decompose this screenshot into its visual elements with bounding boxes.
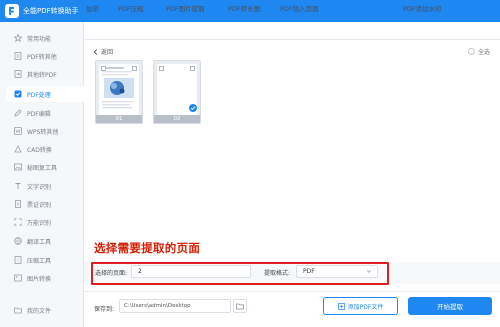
tab-pdf-add-watermark[interactable]: PDF添加水印 bbox=[403, 0, 442, 18]
pdf-import-icon bbox=[14, 70, 22, 78]
add-pdf-file-label: 添加PDF文件 bbox=[347, 303, 384, 311]
select-corner-icon bbox=[132, 66, 137, 71]
scan-icon bbox=[14, 218, 22, 226]
receipt-icon bbox=[14, 200, 22, 208]
checkmark-icon bbox=[189, 104, 197, 112]
page-thumbnail-2[interactable]: 02 bbox=[153, 60, 201, 124]
highlight-box bbox=[91, 262, 389, 285]
sidebar-item-translate[interactable]: 翻译工具 bbox=[0, 233, 84, 249]
back-label: 返回 bbox=[101, 49, 114, 56]
tab-bar bbox=[84, 22, 500, 40]
sidebar-item-common[interactable]: 常用功能 bbox=[0, 30, 84, 46]
sidebar-item-cad[interactable]: CAD转换 bbox=[0, 141, 84, 157]
pdf-export-icon bbox=[14, 52, 22, 60]
page-number: 02 bbox=[154, 115, 200, 123]
sidebar-item-label: 其他转PDF bbox=[27, 71, 57, 79]
sidebar-item-label: 票证识别 bbox=[27, 201, 52, 209]
select-corner-icon bbox=[159, 66, 164, 71]
select-all-radio[interactable] bbox=[468, 48, 475, 55]
chevron-left-icon bbox=[93, 48, 98, 55]
sidebar-item-pdf-to-other[interactable]: PDF转其他 bbox=[0, 48, 84, 64]
sidebar-item-label: PDF处理 bbox=[27, 91, 51, 99]
tab-pdf-page-extract[interactable]: PDF页面提取 bbox=[341, 0, 380, 18]
pdf-process-icon bbox=[14, 90, 22, 98]
browse-folder-button[interactable] bbox=[233, 299, 247, 313]
picture-icon bbox=[14, 274, 22, 282]
select-corner-icon bbox=[101, 66, 106, 71]
select-all-toggle[interactable]: 全选 bbox=[468, 47, 490, 56]
sidebar-item-image-tools[interactable]: 秘图复工具 bbox=[0, 159, 84, 175]
folder-icon bbox=[14, 306, 22, 314]
edit-icon bbox=[14, 109, 22, 117]
select-all-label: 全选 bbox=[478, 49, 491, 56]
app-title: 全能PDF转换助手 bbox=[23, 7, 79, 15]
sidebar-item-my-files[interactable]: 我的文件 bbox=[0, 302, 84, 318]
tab-pdf-compress[interactable]: PDF压缩 bbox=[118, 0, 144, 18]
tab-pdf-insert-page[interactable]: PDF插入页面 bbox=[280, 0, 319, 18]
sidebar-item-universal-ocr[interactable]: 万能识别 bbox=[0, 214, 84, 230]
sidebar-item-other-to-pdf[interactable]: 其他转PDF bbox=[0, 66, 84, 82]
sidebar-item-label: 万能识别 bbox=[27, 219, 52, 227]
cad-icon bbox=[14, 145, 22, 153]
sidebar-item-pdf-process[interactable]: PDF处理 bbox=[6, 86, 84, 102]
sidebar-item-label: WPS转其他 bbox=[27, 128, 59, 136]
sidebar-item-label: 翻译工具 bbox=[27, 238, 52, 246]
sidebar-item-label: 常用功能 bbox=[27, 35, 52, 43]
sidebar-item-wps[interactable]: WPS转其他 bbox=[0, 123, 84, 139]
sidebar-item-compress[interactable]: 压缩工具 bbox=[0, 252, 84, 268]
translate-icon bbox=[14, 237, 22, 245]
sidebar-item-receipt[interactable]: 票证识别 bbox=[0, 196, 84, 212]
sidebar-item-label: PDF编辑 bbox=[27, 110, 51, 118]
tab-pdf-to-long-image[interactable]: PDF转长图 bbox=[228, 0, 260, 18]
annotation-text: 选择需要提取的页面 bbox=[94, 241, 201, 255]
sidebar-item-image-convert[interactable]: 图片转换 bbox=[0, 270, 84, 286]
page-preview bbox=[99, 64, 139, 116]
folder-icon bbox=[236, 303, 244, 310]
tab-pdf-image-extract[interactable]: PDF图片提取 bbox=[166, 0, 205, 18]
page-number: 01 bbox=[96, 115, 142, 123]
sidebar-item-label: 压缩工具 bbox=[27, 257, 52, 265]
compress-icon bbox=[14, 256, 22, 264]
wps-icon bbox=[14, 127, 22, 135]
text-recognition-icon bbox=[14, 182, 22, 190]
sidebar-item-label: CAD转换 bbox=[27, 146, 52, 154]
start-extract-button[interactable]: 开始提取 bbox=[408, 297, 492, 315]
sidebar-item-label: 文字识别 bbox=[27, 183, 52, 191]
sidebar-item-label: 我的文件 bbox=[27, 307, 52, 315]
sidebar-item-label: PDF转其他 bbox=[27, 53, 57, 61]
back-button[interactable]: 返回 bbox=[93, 47, 113, 56]
save-path-input[interactable]: C:\Users\admin\Desktop bbox=[119, 299, 231, 313]
image-icon bbox=[14, 163, 22, 171]
sidebar-item-label: 图片转换 bbox=[27, 275, 52, 283]
tab-encrypt[interactable]: 加密 bbox=[86, 0, 99, 18]
page-thumbnail-1[interactable]: 01 bbox=[95, 60, 143, 124]
add-file-icon bbox=[337, 302, 345, 310]
star-icon bbox=[14, 34, 22, 42]
pdf-logo-icon bbox=[5, 4, 19, 18]
sidebar-item-text-recognition[interactable]: 文字识别 bbox=[0, 178, 84, 194]
select-corner-icon bbox=[190, 66, 195, 71]
add-pdf-file-button[interactable]: 添加PDF文件 bbox=[323, 297, 398, 315]
sidebar-item-pdf-edit[interactable]: PDF编辑 bbox=[0, 105, 84, 121]
sidebar-item-label: 秘图复工具 bbox=[27, 164, 58, 172]
save-to-label: 保存到: bbox=[94, 306, 115, 313]
